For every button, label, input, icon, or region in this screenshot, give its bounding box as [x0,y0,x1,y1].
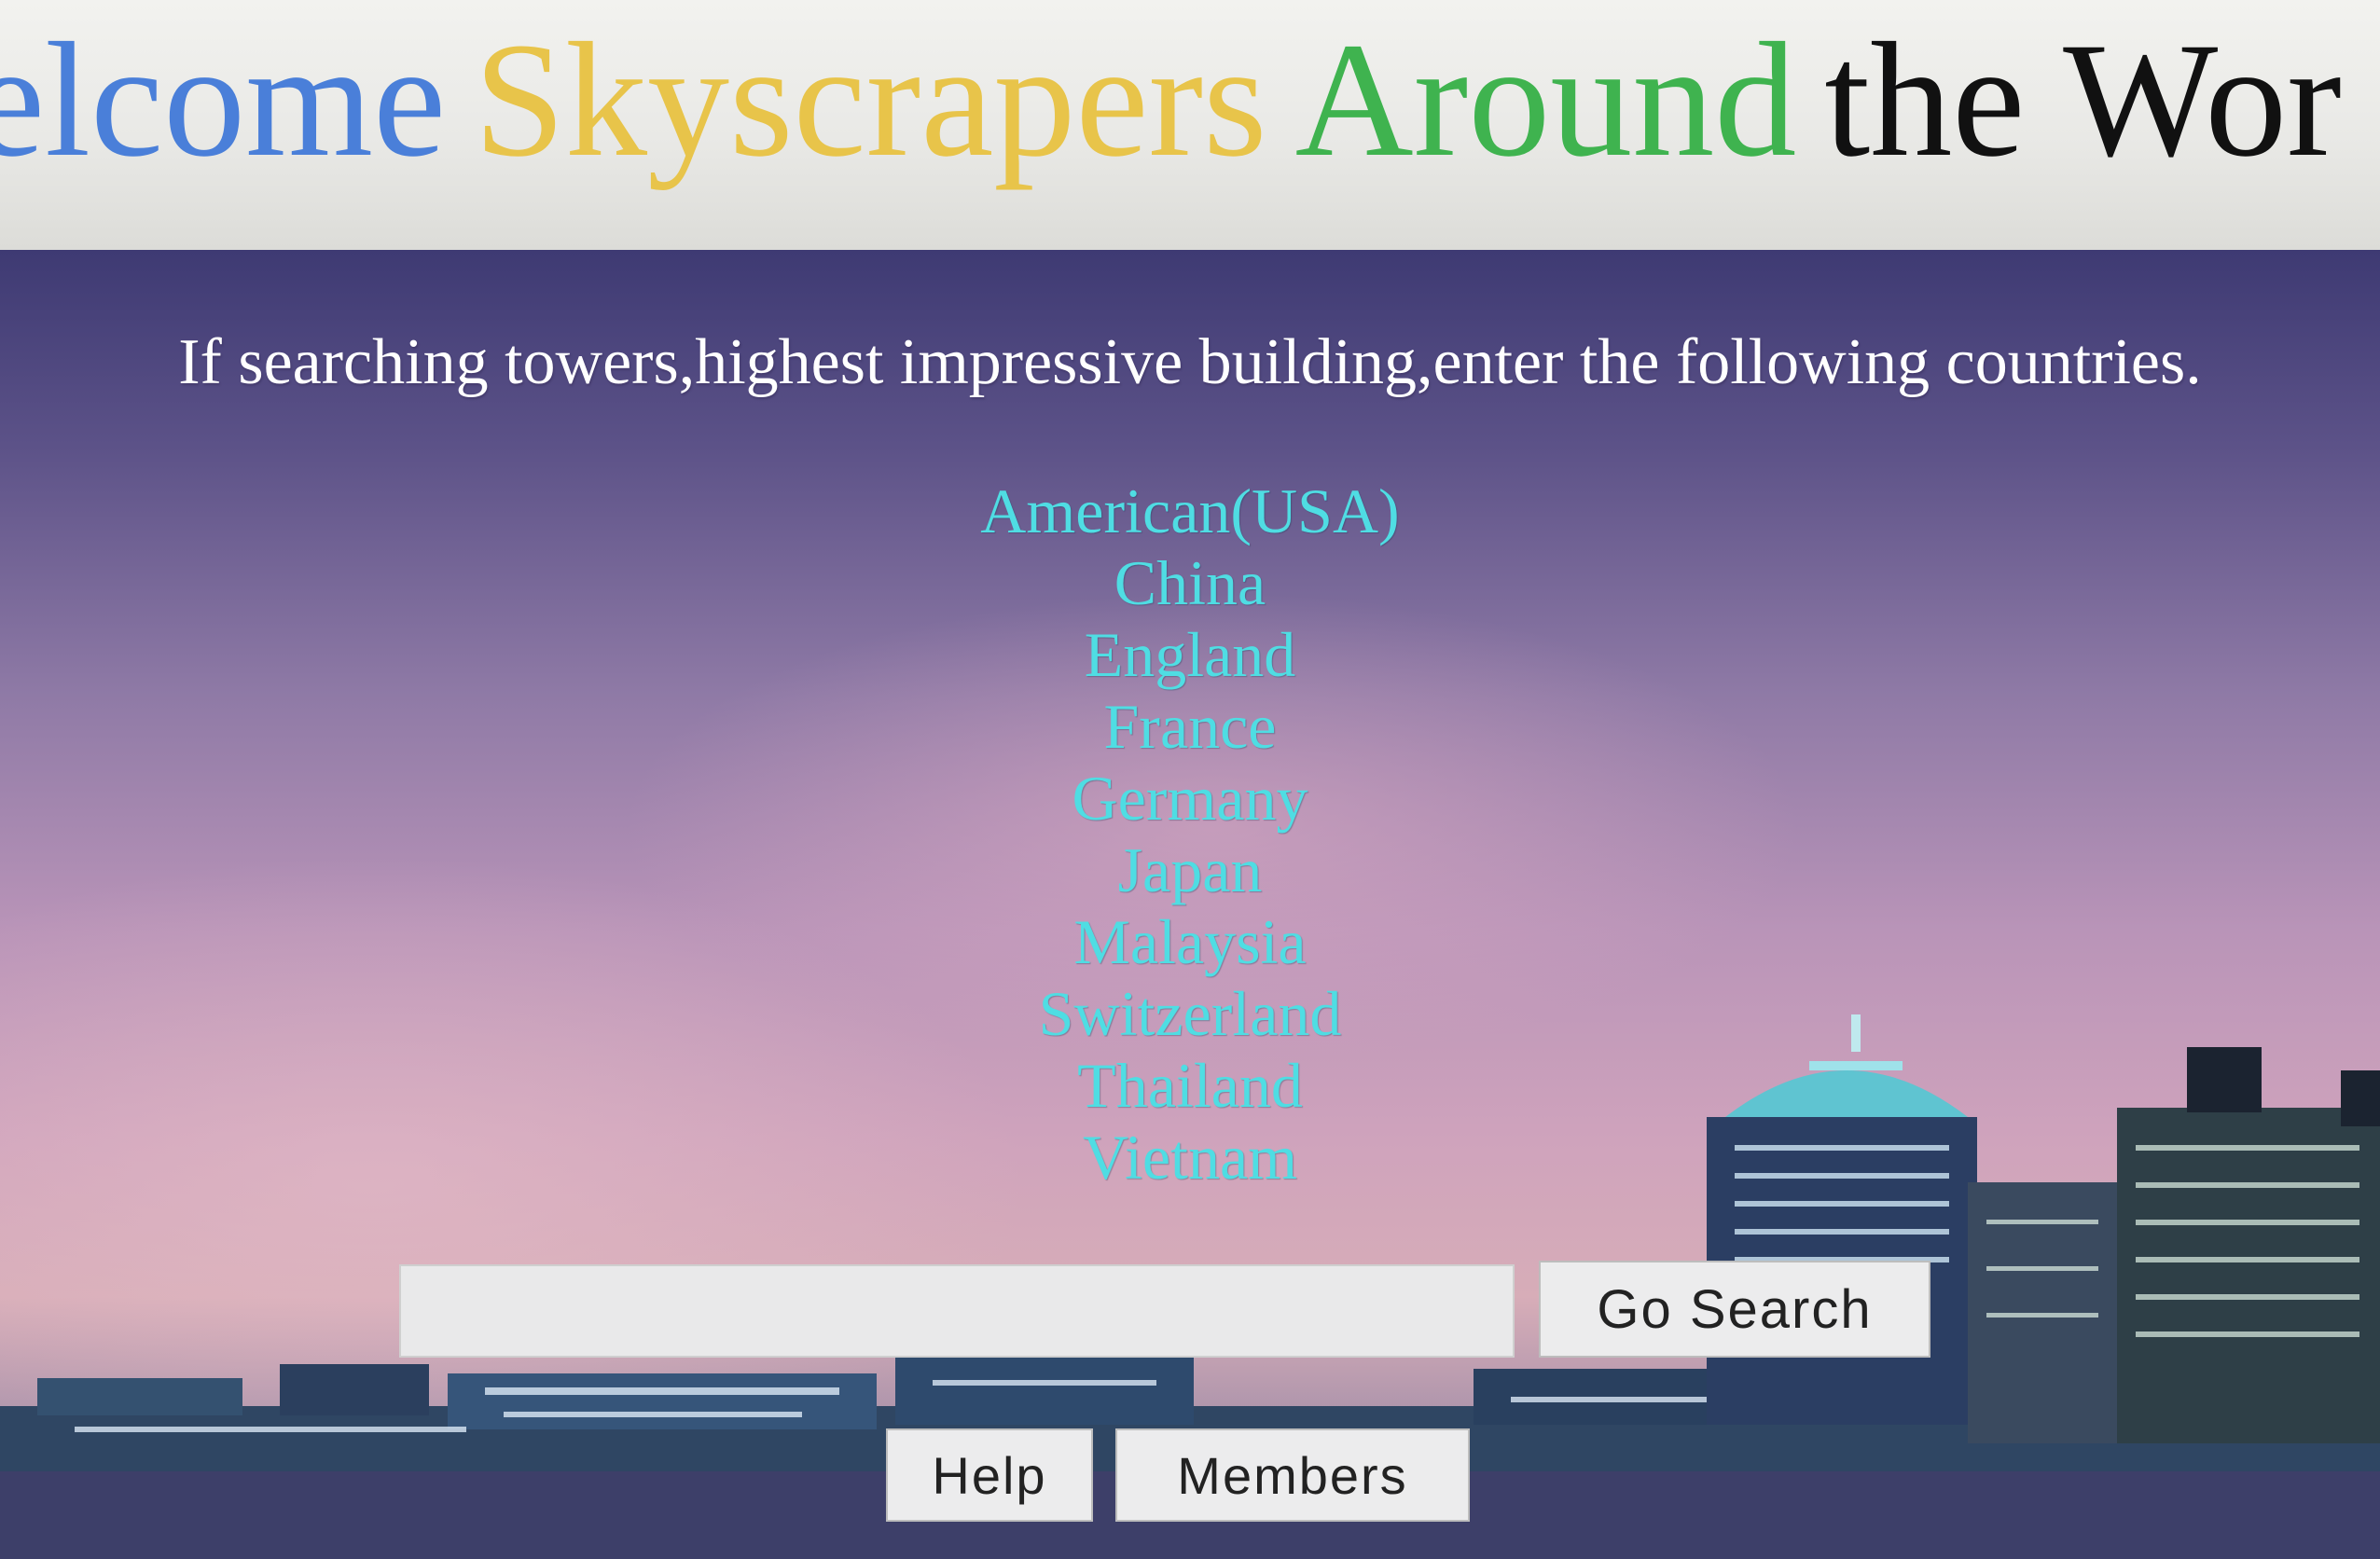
country-link-vietnam[interactable]: Vietnam [0,1122,2380,1193]
help-button[interactable]: Help [886,1428,1093,1522]
country-link-switzerland[interactable]: Switzerland [0,978,2380,1050]
country-link-japan[interactable]: Japan [0,835,2380,906]
welcome-title-part-1: elcome [0,9,447,191]
country-link-thailand[interactable]: Thailand [0,1050,2380,1122]
country-link-malaysia[interactable]: Malaysia [0,906,2380,978]
members-button[interactable]: Members [1115,1428,1470,1522]
welcome-title-part-4: the Wor [1824,9,2342,191]
hero-panel: If searching towers,highest impressive b… [0,250,2380,1559]
country-link-usa[interactable]: American(USA) [0,476,2380,547]
country-link-france[interactable]: France [0,691,2380,763]
page-header: elcome Skyscrapers Around the Wor [0,0,2380,250]
country-link-england[interactable]: England [0,619,2380,691]
country-link-germany[interactable]: Germany [0,763,2380,835]
welcome-title: elcome Skyscrapers Around the Wor [0,19,2370,183]
country-list: American(USA) China England France Germa… [0,476,2380,1193]
country-link-china[interactable]: China [0,547,2380,619]
search-input[interactable] [399,1264,1515,1358]
go-search-button[interactable]: Go Search [1539,1261,1930,1358]
welcome-title-part-3: Around [1294,9,1797,191]
search-instructions: If searching towers,highest impressive b… [178,326,2202,398]
welcome-title-part-2: Skyscrapers [474,9,1267,191]
